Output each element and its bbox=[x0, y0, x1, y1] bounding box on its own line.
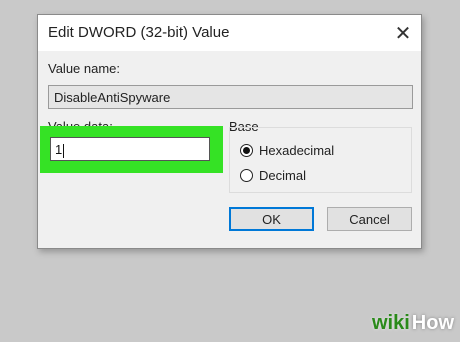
watermark-how: How bbox=[411, 312, 454, 334]
value-data-text: 1 bbox=[55, 142, 63, 157]
value-name-field: DisableAntiSpyware bbox=[48, 85, 413, 109]
radio-hexadecimal[interactable]: Hexadecimal bbox=[240, 143, 334, 158]
value-data-input[interactable]: 1 bbox=[50, 137, 210, 161]
dialog-title: Edit DWORD (32-bit) Value bbox=[48, 24, 230, 41]
title-bar: Edit DWORD (32-bit) Value ✕ bbox=[38, 15, 421, 51]
radio-unselected-icon bbox=[240, 169, 253, 182]
close-icon[interactable]: ✕ bbox=[385, 15, 421, 51]
watermark-wiki: wiki bbox=[371, 312, 410, 334]
radio-hexadecimal-label: Hexadecimal bbox=[259, 143, 335, 158]
radio-decimal[interactable]: Decimal bbox=[240, 168, 306, 183]
cancel-button[interactable]: Cancel bbox=[327, 207, 412, 231]
text-caret bbox=[63, 143, 65, 158]
base-group: Hexadecimal Decimal bbox=[229, 127, 412, 193]
value-name-label: Value name: bbox=[48, 61, 121, 76]
ok-button[interactable]: OK bbox=[229, 207, 314, 231]
radio-selected-icon bbox=[240, 144, 253, 157]
wikihow-watermark: wiki How bbox=[372, 312, 454, 335]
radio-decimal-label: Decimal bbox=[259, 168, 306, 183]
edit-dword-dialog: Edit DWORD (32-bit) Value ✕ Value name: … bbox=[37, 14, 422, 249]
